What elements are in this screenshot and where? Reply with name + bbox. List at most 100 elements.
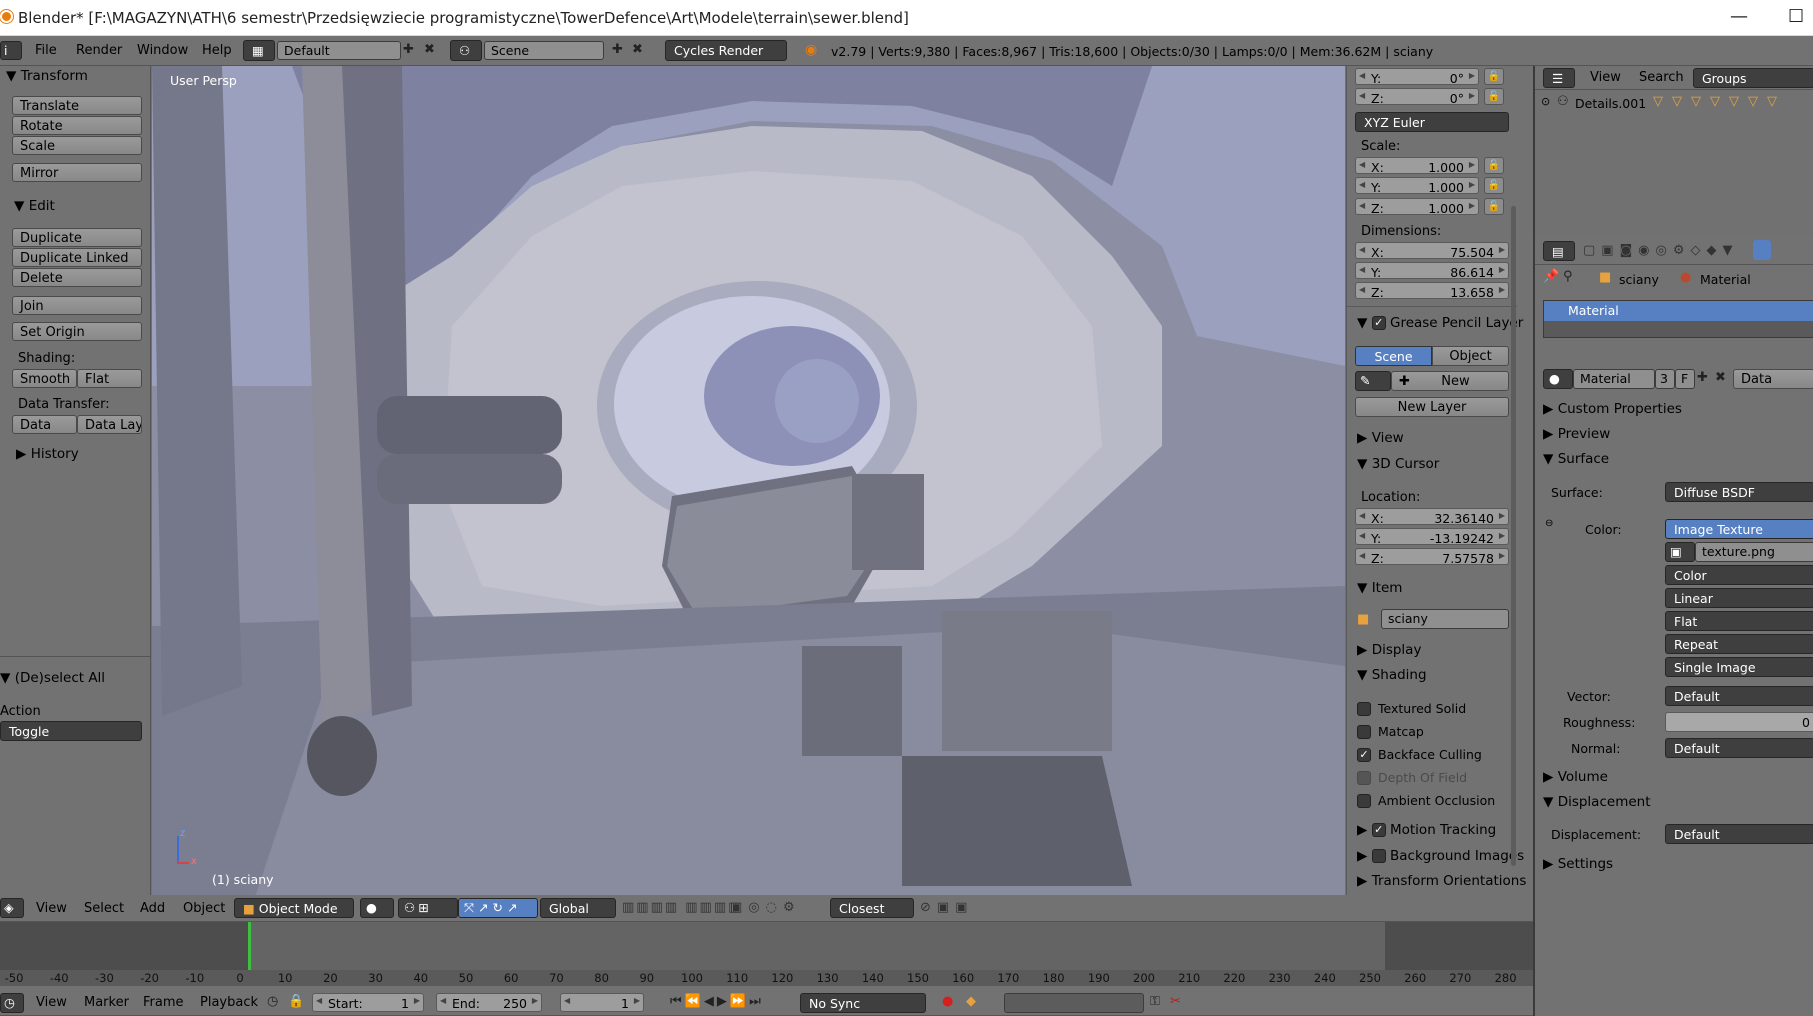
current-frame-marker[interactable] <box>248 922 251 970</box>
background-images-header[interactable]: ▶ Background Images <box>1357 848 1524 864</box>
remove-scene-icon[interactable]: ✖ <box>632 42 643 57</box>
3d-cursor-section-header[interactable]: ▼ 3D Cursor <box>1357 456 1439 472</box>
render-preview-icons[interactable]: ⊘▣▣ <box>920 900 973 915</box>
render-engine-dropdown[interactable]: Cycles Render <box>665 40 787 61</box>
settings-header[interactable]: ▶ Settings <box>1543 856 1613 872</box>
cursor-y-field[interactable]: ◀ Y: -13.19242 ▶ <box>1355 528 1509 546</box>
new-material-icon[interactable]: ✚ <box>1697 370 1708 385</box>
lock-frames-icon[interactable]: 🔒 <box>288 994 304 1009</box>
join-button[interactable]: Join <box>12 296 142 315</box>
material-browse-icon[interactable]: ● <box>1543 369 1573 389</box>
fake-user-button[interactable]: F <box>1675 369 1695 389</box>
volume-header[interactable]: ▶ Volume <box>1543 769 1608 785</box>
outliner-item[interactable]: Details.001 <box>1575 96 1646 111</box>
menu-help[interactable]: Help <box>202 43 232 58</box>
transform-orientation-dropdown[interactable]: Global <box>540 898 616 918</box>
normal-dropdown[interactable]: Default <box>1665 738 1813 758</box>
record-icon[interactable]: ● <box>942 994 953 1009</box>
roughness-slider[interactable]: 0 <box>1665 712 1813 732</box>
3d-object-menu[interactable]: Object <box>183 901 225 916</box>
minimize-button[interactable]: — <box>1730 6 1748 27</box>
source-dropdown[interactable]: Single Image <box>1665 657 1813 677</box>
set-origin-dropdown[interactable]: Set Origin <box>12 322 142 341</box>
editor-type-icon[interactable]: i <box>0 41 22 60</box>
playback-controls[interactable]: ⏮⏪◀▶⏩⏭ <box>670 994 764 1009</box>
matcap-checkbox[interactable] <box>1357 725 1371 739</box>
layer-buttons[interactable]: ▥▥▥▥ ▥▥▥▥ <box>622 900 742 915</box>
maximize-button[interactable]: ☐ <box>1788 6 1804 27</box>
timeline-view-menu[interactable]: View <box>36 995 67 1010</box>
timeline-marker-menu[interactable]: Marker <box>84 995 129 1010</box>
dimension-x-field[interactable]: ◀ X: 75.504 ▶ <box>1355 242 1509 260</box>
expand-icon[interactable]: ⊙ <box>1541 95 1550 108</box>
scale-z-field[interactable]: ◀ Z: 1.000 ▶ <box>1355 198 1479 216</box>
menu-window[interactable]: Window <box>137 43 188 58</box>
properties-context-tabs[interactable]: ▢▣◙◉◎⚙◇◆▼ <box>1583 243 1739 258</box>
custom-properties-header[interactable]: ▶ Custom Properties <box>1543 401 1682 417</box>
end-frame-field[interactable]: ◀ End: 250 ▶ <box>436 993 542 1012</box>
view-section-header[interactable]: ▶ View <box>1357 430 1404 446</box>
translate-button[interactable]: Translate <box>12 96 142 115</box>
scale-x-field[interactable]: ◀ X: 1.000 ▶ <box>1355 157 1479 175</box>
ambient-occlusion-checkbox[interactable] <box>1357 794 1371 808</box>
clock-icon[interactable]: ◷ <box>267 994 278 1009</box>
lock-rotation-z-icon[interactable]: 🔓 <box>1484 88 1504 105</box>
rotation-y-field[interactable]: ◀ Y: 0° ▶ <box>1355 68 1479 86</box>
display-section-header[interactable]: ▶ Display <box>1357 642 1421 658</box>
scene-icon[interactable]: ⚇ <box>450 40 482 61</box>
grease-pencil-header[interactable]: ▼ ✓ Grease Pencil Layer <box>1357 315 1523 331</box>
material-users-count[interactable]: 3 <box>1655 369 1675 389</box>
duplicate-linked-button[interactable]: Duplicate Linked <box>12 248 142 267</box>
add-screen-icon[interactable]: ✚ <box>403 42 414 57</box>
displacement-dropdown[interactable]: Default <box>1665 824 1813 844</box>
link-data-dropdown[interactable]: Data <box>1733 369 1813 389</box>
flat-button[interactable]: Flat <box>77 369 142 388</box>
color-input-dropdown[interactable]: Image Texture <box>1665 519 1813 539</box>
lock-rotation-y-icon[interactable]: 🔓 <box>1484 68 1504 85</box>
menu-render[interactable]: Render <box>76 43 122 58</box>
backface-culling-checkbox[interactable]: ✓ <box>1357 748 1371 762</box>
3d-add-menu[interactable]: Add <box>140 901 165 916</box>
new-grease-pencil-button[interactable]: ✚ New <box>1391 371 1509 391</box>
outliner-search-menu[interactable]: Search <box>1639 70 1684 85</box>
rotation-z-field[interactable]: ◀ Z: 0° ▶ <box>1355 88 1479 106</box>
current-frame-field[interactable]: ◀ 1 ▶ <box>560 993 644 1012</box>
screen-name-field[interactable]: Default <box>277 41 401 60</box>
depth-of-field-checkbox[interactable] <box>1357 771 1371 785</box>
shading-section-header[interactable]: ▼ Shading <box>1357 667 1427 683</box>
manipulator-icons[interactable]: ⤧↗↻↗ <box>458 898 538 918</box>
data-layout-button[interactable]: Data Layo <box>77 415 142 434</box>
color-link-icon[interactable]: ⊖ <box>1545 518 1553 529</box>
keying-set-field[interactable] <box>1004 993 1144 1013</box>
motion-tracking-header[interactable]: ▶ ✓ Motion Tracking <box>1357 822 1496 838</box>
screen-layout-icon[interactable]: ▦ <box>243 40 275 61</box>
insert-keyframe-icon[interactable]: ⚿ <box>1150 994 1160 1009</box>
mirror-button[interactable]: Mirror <box>12 163 142 182</box>
add-scene-icon[interactable]: ✚ <box>612 42 623 57</box>
transform-section-header[interactable]: ▼ Transform <box>6 68 88 84</box>
surface-shader-dropdown[interactable]: Diffuse BSDF <box>1665 482 1813 502</box>
pencil-icon[interactable]: ✎ <box>1355 371 1391 391</box>
item-section-header[interactable]: ▼ Item <box>1357 580 1402 596</box>
image-name-field[interactable]: texture.png <box>1695 542 1813 562</box>
outliner-editor-icon[interactable]: ☰ <box>1543 68 1575 88</box>
sync-mode-dropdown[interactable]: No Sync <box>800 993 926 1013</box>
deselect-all-header[interactable]: ▼ (De)select All <box>0 670 105 686</box>
3d-select-menu[interactable]: Select <box>84 901 124 916</box>
delete-keyframe-icon[interactable]: ✂ <box>1170 994 1181 1009</box>
color-space-dropdown[interactable]: Color <box>1665 565 1813 585</box>
textured-solid-checkbox[interactable] <box>1357 702 1371 716</box>
restrict-icons[interactable]: ▽▽▽▽▽▽▽ <box>1653 94 1786 109</box>
interpolation-dropdown[interactable]: Linear <box>1665 588 1813 608</box>
timeline-editor-type-icon[interactable]: ◷ <box>0 993 24 1013</box>
grease-pencil-scene-tab[interactable]: Scene <box>1355 346 1432 366</box>
pin-icon[interactable]: 📌 <box>1543 269 1559 284</box>
action-dropdown[interactable]: Toggle <box>0 721 142 741</box>
menu-file[interactable]: File <box>35 43 57 58</box>
outliner-display-mode-dropdown[interactable]: Groups <box>1693 68 1813 88</box>
unlink-material-icon[interactable]: ✖ <box>1715 370 1726 385</box>
delete-button[interactable]: Delete <box>12 268 142 287</box>
start-frame-field[interactable]: ◀ Start: 1 ▶ <box>312 993 424 1012</box>
lock-scale-y-icon[interactable]: 🔓 <box>1484 177 1504 194</box>
3d-view-menu[interactable]: View <box>36 901 67 916</box>
